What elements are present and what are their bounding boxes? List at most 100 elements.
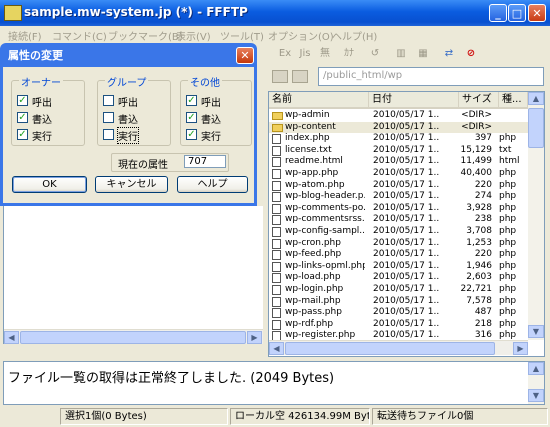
menu-help[interactable]: ヘルプ(H): [332, 28, 377, 43]
file-row[interactable]: license.txt 2010/05/17 1... 15,129 txt: [269, 145, 528, 157]
col-name-header[interactable]: 名前: [269, 92, 369, 107]
scroll-right-icon[interactable]: ▶: [513, 342, 528, 355]
file-size: 397: [474, 133, 492, 144]
menu-connect[interactable]: 接続(F): [8, 28, 42, 43]
close-button[interactable]: ✕: [528, 4, 546, 22]
file-size: 15,129: [460, 144, 493, 155]
kana-conversion-icon[interactable]: ｶﾅ: [340, 45, 358, 62]
menu-options[interactable]: オプション(O): [268, 28, 334, 43]
remote-file-list[interactable]: 名前 日付 サイズ 種... wp-admin 2010/05/17 1... <D…: [268, 91, 545, 357]
file-row[interactable]: wp-links-opml.php 2010/05/17 1... 1,946 php: [269, 261, 528, 273]
ebcdic-mode-icon[interactable]: Ex: [276, 45, 294, 62]
scroll-down-icon[interactable]: ▼: [528, 325, 544, 338]
help-button[interactable]: ヘルプ: [177, 176, 248, 193]
file-row[interactable]: wp-feed.php 2010/05/17 1... 220 php: [269, 249, 528, 261]
owner-read-checkbox[interactable]: ✓: [17, 95, 28, 106]
owner-write-label: 書込: [32, 115, 52, 126]
scroll-up-icon[interactable]: ▲: [528, 92, 544, 105]
other-read-checkbox[interactable]: ✓: [186, 95, 197, 106]
file-row[interactable]: wp-atom.php 2010/05/17 1... 220 php: [269, 180, 528, 192]
window-titlebar[interactable]: sample.mw-system.jp (*) - FFFTP _ □ ✕: [0, 0, 550, 26]
group-read-checkbox[interactable]: [103, 95, 114, 106]
window-title: sample.mw-system.jp (*) - FFFTP: [24, 5, 248, 19]
no-conversion-icon[interactable]: 無: [316, 45, 334, 62]
file-name: index.php: [285, 133, 330, 144]
log-vertical-scrollbar[interactable]: ▲ ▼: [528, 362, 544, 404]
cancel-button[interactable]: キャンセル: [95, 176, 168, 193]
file-icon: [272, 285, 281, 295]
scroll-down-icon[interactable]: ▼: [528, 389, 544, 402]
file-row[interactable]: wp-blog-header.p... 2010/05/17 1... 274 php: [269, 191, 528, 203]
file-type: php: [499, 168, 517, 178]
col-size-header[interactable]: サイズ: [459, 92, 499, 107]
scroll-thumb[interactable]: [285, 342, 495, 355]
refresh-icon[interactable]: ↺: [366, 45, 384, 62]
detail-view-icon[interactable]: ▦: [414, 45, 432, 62]
log-panel[interactable]: ファイル一覧の取得は正常終了しました. (2049 Bytes) ▲ ▼: [3, 361, 545, 405]
file-icon: [272, 319, 281, 330]
file-row[interactable]: wp-mail.php 2010/05/17 1... 7,578 php: [269, 296, 528, 308]
ok-button[interactable]: OK: [12, 176, 87, 193]
menu-command[interactable]: コマンド(C): [52, 28, 107, 43]
owner-exec-checkbox[interactable]: ✓: [17, 129, 28, 140]
menu-bookmark[interactable]: ブックマーク(B): [108, 28, 183, 43]
dialog-close-button[interactable]: ✕: [236, 47, 254, 64]
stop-icon[interactable]: ⊘: [462, 45, 480, 62]
file-row[interactable]: wp-login.php 2010/05/17 1... 22,721 php: [269, 284, 528, 296]
local-file-list[interactable]: ◀ ▶: [3, 206, 263, 344]
scroll-up-icon[interactable]: ▲: [528, 362, 544, 375]
sync-icon[interactable]: ⇄: [440, 45, 458, 62]
file-row[interactable]: wp-comments-po... 2010/05/17 1... 3,928 php: [269, 203, 528, 215]
file-icon: [272, 308, 281, 319]
local-horizontal-scrollbar[interactable]: ◀ ▶: [4, 329, 263, 344]
menu-view[interactable]: 表示(V): [176, 28, 211, 43]
scroll-thumb[interactable]: [528, 108, 544, 148]
minimize-button[interactable]: _: [489, 4, 507, 22]
scroll-left-icon[interactable]: ◀: [269, 342, 284, 355]
remote-horizontal-scrollbar[interactable]: ◀ ▶: [269, 340, 528, 355]
other-group-label: その他: [188, 74, 222, 89]
remote-path-input[interactable]: /public_html/wp: [318, 67, 544, 86]
remote-vertical-scrollbar[interactable]: ▲ ▼: [528, 92, 544, 340]
file-type: php: [499, 284, 517, 294]
jis-mode-icon[interactable]: Jis: [296, 45, 314, 62]
owner-write-checkbox[interactable]: ✓: [17, 112, 28, 123]
file-icon: [272, 296, 281, 307]
other-exec-checkbox[interactable]: ✓: [186, 129, 197, 140]
file-row[interactable]: wp-rdf.php 2010/05/17 1... 218 php: [269, 319, 528, 331]
file-row[interactable]: wp-pass.php 2010/05/17 1... 487 php: [269, 307, 528, 319]
scroll-thumb[interactable]: [20, 331, 246, 344]
file-row[interactable]: wp-load.php 2010/05/17 1... 2,603 php: [269, 272, 528, 284]
current-attribute-value[interactable]: 707: [184, 155, 226, 168]
col-type-header[interactable]: 種...: [499, 92, 528, 107]
file-row[interactable]: wp-config-sampl... 2010/05/17 1... 3,708 ph…: [269, 226, 528, 238]
other-write-checkbox[interactable]: ✓: [186, 112, 197, 123]
menu-tools[interactable]: ツール(T): [220, 28, 264, 43]
maximize-button[interactable]: □: [508, 4, 526, 22]
file-type: php: [499, 179, 517, 190]
file-row[interactable]: wp-commentsrss... 2010/05/17 1... 238 php: [269, 214, 528, 226]
file-type: txt: [499, 144, 512, 155]
parent-folder-icon[interactable]: [272, 70, 288, 83]
file-size: 2,603: [466, 272, 492, 283]
scroll-left-icon[interactable]: ◀: [4, 331, 19, 344]
open-folder-icon[interactable]: [292, 70, 308, 83]
file-row[interactable]: wp-cron.php 2010/05/17 1... 1,253 php: [269, 238, 528, 250]
file-row[interactable]: wp-app.php 2010/05/17 1... 40,400 php: [269, 168, 528, 180]
file-icon: [272, 203, 281, 214]
scroll-right-icon[interactable]: ▶: [247, 331, 262, 344]
file-row[interactable]: index.php 2010/05/17 1... 397 php: [269, 133, 528, 145]
file-date: 2010/05/17 1...: [373, 214, 439, 225]
file-type: php: [499, 307, 517, 318]
col-date-header[interactable]: 日付: [369, 92, 459, 107]
file-row[interactable]: wp-content 2010/05/17 1... <DIR>: [269, 121, 528, 134]
group-write-checkbox[interactable]: [103, 112, 114, 123]
file-row[interactable]: wp-admin 2010/05/17 1... <DIR>: [269, 110, 528, 122]
file-date: 2010/05/17 1...: [373, 144, 439, 155]
file-name: wp-rdf.php: [285, 318, 334, 329]
file-row[interactable]: readme.html 2010/05/17 1... 11,499 html: [269, 156, 528, 168]
file-size: 274: [474, 191, 492, 202]
group-exec-checkbox[interactable]: [103, 129, 114, 140]
list-view-icon[interactable]: ▥: [392, 45, 410, 62]
log-text: ファイル一覧の取得は正常終了しました. (2049 Bytes): [8, 371, 335, 386]
